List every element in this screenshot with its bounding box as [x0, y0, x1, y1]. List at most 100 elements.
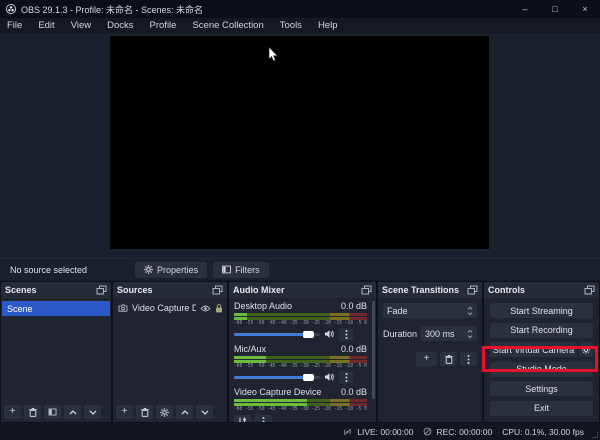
scene-transitions-header: Scene Transitions	[378, 282, 482, 298]
lock-icon[interactable]	[215, 303, 223, 313]
advanced-audio-button[interactable]	[234, 415, 251, 422]
channel-name: Mic/Aux	[234, 344, 267, 354]
cpu-stats: CPU: 0.1%, 30.00 fps	[502, 426, 584, 437]
studio-mode-button[interactable]: Studio Mode	[490, 361, 593, 377]
scene-list-item[interactable]: Scene	[2, 301, 110, 316]
menu-profile[interactable]: Profile	[142, 18, 185, 33]
slider-handle[interactable]	[302, 330, 314, 338]
speaker-icon[interactable]	[324, 372, 335, 382]
resize-grip[interactable]	[592, 432, 598, 438]
source-properties-button[interactable]	[156, 405, 173, 419]
start-streaming-button[interactable]: Start Streaming	[490, 303, 593, 318]
channel-menu-button[interactable]	[339, 327, 353, 341]
transition-selected-value: Fade	[387, 305, 408, 316]
title-bar: OBS 29.1.3 - Profile: 未命名 - Scenes: 未命名 …	[0, 0, 600, 18]
menu-tools[interactable]: Tools	[272, 18, 310, 33]
source-list-item[interactable]: Video Capture D	[113, 298, 227, 313]
volume-slider[interactable]	[234, 373, 320, 381]
popout-icon[interactable]	[212, 285, 223, 295]
sources-toolbar: +	[116, 405, 213, 419]
gear-icon	[144, 265, 153, 274]
dock-area: Scenes Scene + Sources Video Capture D +…	[0, 281, 600, 423]
maximize-button[interactable]: □	[540, 0, 570, 18]
filters-button[interactable]: Filters	[213, 261, 269, 278]
popout-icon[interactable]	[467, 285, 478, 295]
scene-add-button[interactable]: +	[4, 405, 21, 419]
scene-move-down-button[interactable]	[84, 405, 101, 419]
level-meter	[234, 399, 367, 402]
live-time: LIVE: 00:00:00	[357, 426, 414, 437]
source-label: Video Capture D	[132, 303, 196, 313]
source-move-down-button[interactable]	[196, 405, 213, 419]
preview-canvas[interactable]	[110, 36, 489, 249]
minimize-button[interactable]: –	[510, 0, 540, 18]
chevron-down-icon	[201, 410, 208, 415]
filter-icon	[48, 408, 57, 416]
fader-icon	[238, 417, 246, 422]
scene-remove-button[interactable]	[24, 405, 41, 419]
controls-panel: Controls Start Streaming Start Recording…	[484, 282, 599, 422]
meter-scale: -60 -55 -50 -45 -40 -35 -30 -25 -20 -15 …	[234, 406, 367, 412]
audio-mixer-title: Audio Mixer	[233, 285, 285, 295]
dots-vertical-icon	[345, 372, 347, 382]
meter-scale: -60 -55 -50 -45 -40 -35 -30 -25 -20 -15 …	[234, 320, 367, 326]
popout-icon[interactable]	[96, 285, 107, 295]
source-add-button[interactable]: +	[116, 405, 133, 419]
audio-mixer-header: Audio Mixer	[229, 282, 376, 298]
mixer-menu-button[interactable]	[255, 415, 272, 422]
close-button[interactable]: ×	[570, 0, 600, 18]
duration-spinbox[interactable]: 300 ms	[421, 326, 477, 341]
menu-view[interactable]: View	[63, 18, 99, 33]
channel-menu-button[interactable]	[339, 370, 353, 384]
source-move-up-button[interactable]	[176, 405, 193, 419]
menu-edit[interactable]: Edit	[30, 18, 62, 33]
menu-docks[interactable]: Docks	[99, 18, 141, 33]
mixer-channel-desktop-audio: Desktop Audio 0.0 dB -60 -55 -50 -45 -40…	[234, 301, 367, 341]
transition-properties-button[interactable]	[460, 352, 477, 366]
settings-button[interactable]: Settings	[490, 381, 593, 396]
level-meter	[234, 356, 367, 359]
scenes-toolbar: +	[4, 405, 101, 419]
scenes-title: Scenes	[5, 285, 37, 295]
start-recording-button[interactable]: Start Recording	[490, 322, 593, 338]
level-meter	[234, 313, 367, 316]
scene-move-up-button[interactable]	[64, 405, 81, 419]
scene-filters-button[interactable]	[44, 405, 61, 419]
source-status-text: No source selected	[10, 264, 88, 275]
chevron-up-icon	[181, 409, 188, 414]
virtual-camera-settings-button[interactable]	[579, 342, 593, 357]
preview-area	[0, 33, 600, 258]
controls-title: Controls	[488, 285, 525, 295]
channel-name: Video Capture Device	[234, 387, 322, 397]
slider-handle[interactable]	[302, 373, 314, 381]
transition-select[interactable]: Fade	[383, 303, 477, 318]
sources-header: Sources	[113, 282, 227, 298]
dots-vertical-icon	[467, 354, 470, 364]
menu-file[interactable]: File	[0, 18, 30, 33]
transition-remove-button[interactable]	[440, 352, 457, 366]
popout-icon[interactable]	[584, 285, 595, 295]
channel-level: 0.0 dB	[340, 301, 367, 311]
mixer-scrollbar[interactable]	[372, 301, 375, 399]
channel-level: 0.0 dB	[340, 344, 367, 354]
visibility-eye-icon[interactable]	[200, 305, 211, 312]
audio-mixer-panel: Audio Mixer Desktop Audio 0.0 dB -60 -55…	[229, 282, 376, 422]
exit-button[interactable]: Exit	[490, 400, 593, 416]
speaker-icon[interactable]	[324, 329, 335, 339]
transition-add-button[interactable]: +	[416, 352, 437, 366]
mouse-cursor	[268, 47, 279, 62]
source-remove-button[interactable]	[136, 405, 153, 419]
trash-icon	[140, 407, 149, 417]
rec-status: REC: 00:00:00	[423, 427, 492, 437]
obs-logo-icon	[6, 4, 16, 14]
volume-slider[interactable]	[234, 330, 320, 338]
menu-help[interactable]: Help	[310, 18, 346, 33]
menu-scene-collection[interactable]: Scene Collection	[184, 18, 271, 33]
menu-bar: File Edit View Docks Profile Scene Colle…	[0, 18, 600, 33]
properties-label: Properties	[157, 264, 199, 275]
start-virtual-camera-button[interactable]: Start Virtual Camera	[490, 342, 577, 357]
mixer-channel-video-capture: Video Capture Device 0.0 dB -60 -55 -50 …	[234, 387, 367, 422]
chevron-up-icon	[69, 409, 76, 414]
popout-icon[interactable]	[361, 285, 372, 295]
properties-button[interactable]: Properties	[135, 261, 208, 278]
